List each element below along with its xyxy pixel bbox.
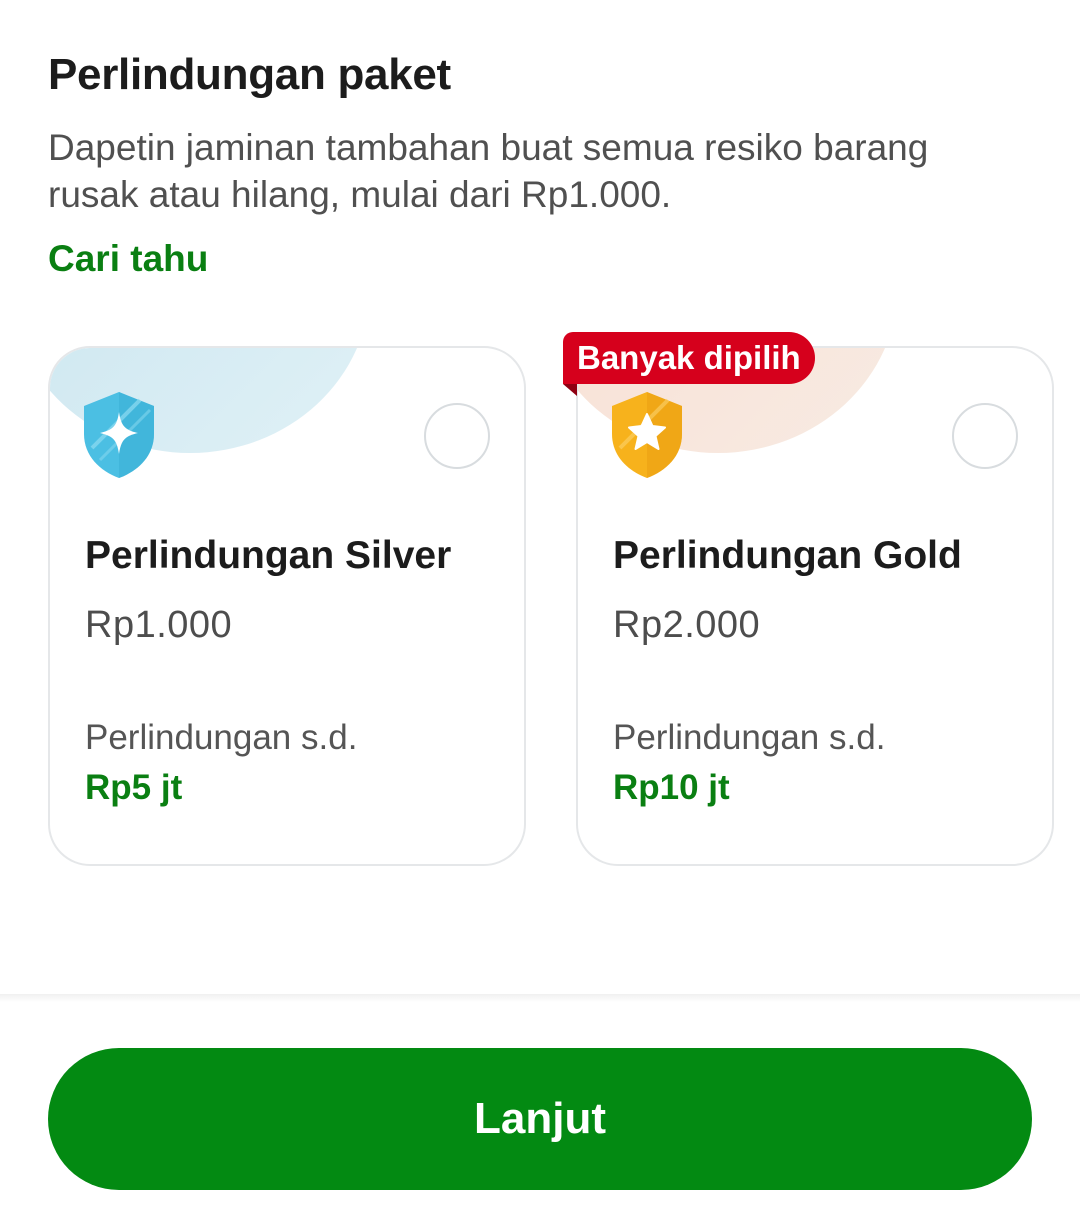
continue-button[interactable]: Lanjut — [48, 1048, 1032, 1190]
coverage-label: Perlindungan s.d. — [613, 718, 886, 757]
gold-shield-star-icon — [612, 392, 682, 478]
footer-divider — [0, 994, 1080, 1002]
learn-more-link[interactable]: Cari tahu — [48, 238, 208, 280]
plan-card-silver[interactable]: Perlindungan Silver Rp1.000 Perlindungan… — [48, 346, 526, 866]
protection-sheet: Perlindungan paket Dapetin jaminan tamba… — [0, 0, 1080, 1221]
coverage-label: Perlindungan s.d. — [85, 718, 358, 757]
popular-badge: Banyak dipilih — [563, 332, 815, 384]
plan-name: Perlindungan Silver — [85, 534, 452, 577]
plan-name: Perlindungan Gold — [613, 534, 962, 577]
coverage-value: Rp10 jt — [613, 768, 730, 807]
badge-fold — [563, 384, 577, 396]
plan-price: Rp2.000 — [613, 604, 761, 646]
page-description: Dapetin jaminan tambahan buat semua resi… — [48, 127, 929, 215]
silver-shield-sparkle-icon — [84, 392, 154, 478]
plan-radio-gold[interactable] — [952, 403, 1018, 469]
plan-radio-silver[interactable] — [424, 403, 490, 469]
plan-price: Rp1.000 — [85, 604, 233, 646]
plan-card-gold[interactable]: Perlindungan Gold Rp2.000 Perlindungan s… — [576, 346, 1054, 866]
page-title: Perlindungan paket — [48, 50, 451, 99]
coverage-value: Rp5 jt — [85, 768, 183, 807]
